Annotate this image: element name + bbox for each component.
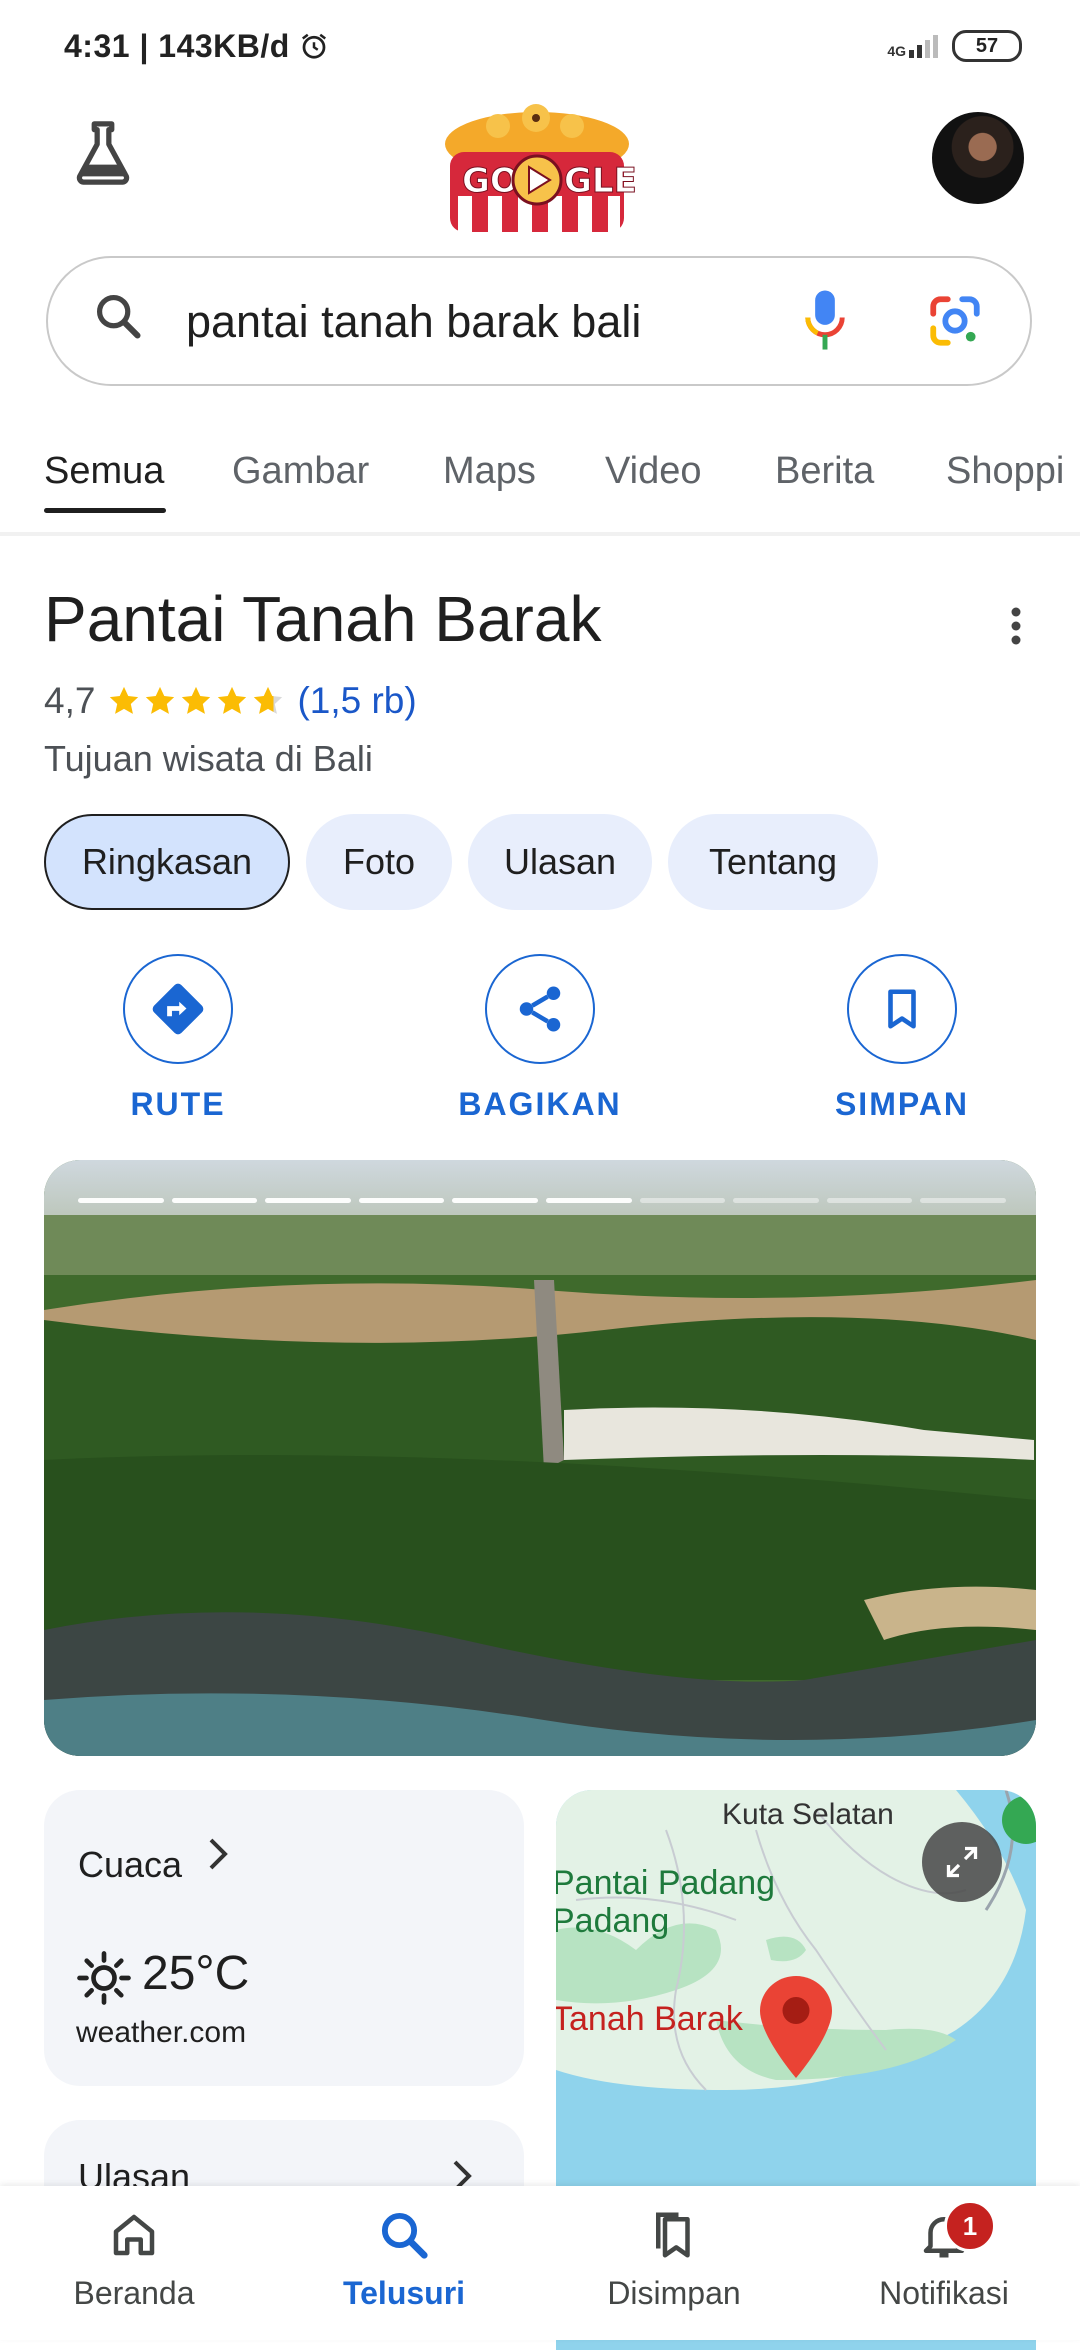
tab-berita[interactable]: Berita	[775, 450, 874, 493]
more-options-icon[interactable]	[1010, 606, 1022, 646]
place-category: Tujuan wisata di Bali	[44, 738, 373, 779]
chip-ringkasan[interactable]: Ringkasan	[44, 814, 290, 910]
nav-disimpan[interactable]: Disimpan	[574, 2208, 774, 2312]
home-icon	[113, 2214, 155, 2256]
voice-search-mic-icon[interactable]	[800, 288, 850, 352]
rating-stars	[107, 684, 285, 718]
search-tabs: Semua Gambar Maps Video Berita Shoppi	[0, 450, 1080, 536]
labs-flask-icon[interactable]	[68, 118, 138, 188]
google-doodle-logo[interactable]: GO GLE	[432, 104, 642, 238]
progress-segment	[265, 1198, 351, 1203]
chevron-right-icon	[209, 1838, 228, 1870]
map-label-kuta-selatan: Kuta Selatan	[722, 1798, 894, 1831]
share-icon	[519, 986, 561, 1032]
rating-value: 4,7	[44, 680, 96, 721]
notification-badge: 1	[944, 2200, 996, 2252]
search-query[interactable]: pantai tanah barak bali	[186, 296, 641, 348]
place-photo[interactable]	[44, 1160, 1036, 1756]
tab-gambar[interactable]: Gambar	[232, 450, 369, 493]
user-avatar[interactable]	[932, 112, 1024, 204]
progress-segment	[452, 1198, 538, 1203]
progress-segment	[171, 1198, 258, 1203]
tab-maps[interactable]: Maps	[443, 450, 536, 493]
search-icon	[96, 294, 141, 339]
alarm-icon	[302, 33, 327, 59]
chip-tentang[interactable]: Tentang	[668, 814, 878, 910]
map-label-pantai-padang: Pantai Padang	[556, 1864, 776, 1902]
divider	[0, 532, 1080, 536]
tab-semua[interactable]: Semua	[44, 450, 164, 493]
google-lens-icon[interactable]	[926, 292, 984, 350]
status-bar-right: 4G 57	[887, 30, 1022, 62]
progress-segment	[358, 1198, 445, 1203]
active-tab-indicator	[44, 508, 166, 513]
battery-indicator: 57	[952, 30, 1022, 62]
progress-segment	[545, 1198, 632, 1203]
location-pin-icon	[760, 1976, 832, 2078]
map-expand-button[interactable]	[922, 1822, 1002, 1902]
chip-ulasan[interactable]: Ulasan	[468, 814, 652, 910]
save-button[interactable]: SIMPAN	[812, 954, 992, 1123]
svg-text:GLE: GLE	[564, 161, 637, 201]
directions-button[interactable]: RUTE	[88, 954, 268, 1123]
star-icon	[254, 686, 283, 714]
star-icon	[218, 686, 247, 714]
review-count-link[interactable]: (1,5 rb)	[297, 680, 416, 722]
expand-icon	[946, 1846, 978, 1878]
search-icon	[381, 2212, 428, 2259]
photo-progress-indicator	[78, 1198, 1006, 1203]
map-label-padang: Padang	[556, 1902, 670, 1940]
tab-video[interactable]: Video	[605, 450, 702, 493]
status-bar-time: 4:31 | 143KB/d	[64, 28, 329, 65]
place-title: Pantai Tanah Barak	[44, 583, 602, 655]
progress-segment	[920, 1198, 1006, 1203]
chip-foto[interactable]: Foto	[306, 814, 452, 910]
progress-segment	[639, 1198, 726, 1203]
star-icon	[182, 686, 211, 714]
directions-icon	[152, 983, 204, 1035]
sun-icon	[77, 1951, 131, 2005]
nav-beranda[interactable]: Beranda	[34, 2208, 234, 2312]
weather-source: weather.com	[76, 2016, 247, 2049]
rating-row: 4,7 (1,5 rb)	[44, 680, 417, 722]
map-label-tanah-barak: Tanah Barak	[556, 2000, 743, 2038]
star-icon	[146, 686, 175, 714]
temperature: 25°C	[142, 1947, 250, 2000]
tab-shopping[interactable]: Shoppi	[946, 450, 1064, 493]
star-icon	[110, 686, 139, 714]
bookmark-icon	[888, 989, 916, 1029]
weather-title: Cuaca	[78, 1844, 183, 1885]
signal-icon: 4G	[887, 34, 938, 58]
svg-text:GO: GO	[462, 161, 519, 201]
progress-segment	[733, 1198, 819, 1203]
share-button[interactable]: BAGIKAN	[450, 954, 630, 1123]
bookmarks-icon	[656, 2212, 690, 2258]
nav-telusuri[interactable]: Telusuri	[304, 2208, 504, 2312]
progress-segment	[78, 1198, 164, 1203]
progress-segment	[826, 1198, 913, 1203]
